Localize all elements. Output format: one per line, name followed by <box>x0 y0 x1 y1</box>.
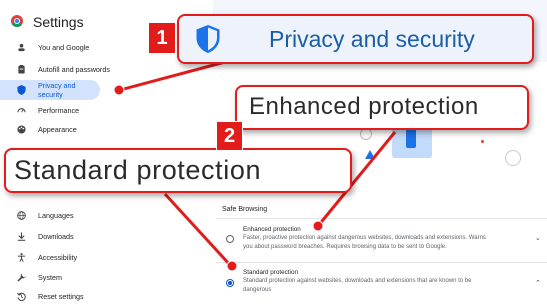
chevron-up-icon[interactable]: ⌃ <box>535 279 541 287</box>
illustration-triangle <box>365 150 375 159</box>
sidebar-item-accessibility[interactable]: Accessibility <box>0 247 213 267</box>
sidebar-item-label: Reset settings <box>38 291 84 301</box>
enhanced-protection-desc-line2: you about password breaches. Requires br… <box>243 244 447 250</box>
globe-icon <box>16 210 26 220</box>
sidebar-item-privacy-and-security[interactable]: Privacy and security <box>0 80 100 100</box>
standard-protection-title: Standard protection <box>243 269 298 276</box>
illustration-circle <box>505 150 521 166</box>
sidebar-item-performance[interactable]: Performance <box>0 100 213 120</box>
person-icon <box>16 42 26 52</box>
palette-icon <box>16 124 26 134</box>
clipboard-icon <box>16 64 26 74</box>
chrome-logo-icon <box>11 15 23 27</box>
accessibility-icon <box>16 252 26 262</box>
callout-standard-text: Standard protection <box>14 155 262 185</box>
divider <box>216 218 547 219</box>
sidebar-item-downloads[interactable]: Downloads <box>0 226 213 246</box>
callout-privacy-text: Privacy and security <box>269 26 475 52</box>
reset-icon <box>16 291 26 301</box>
enhanced-protection-title: Enhanced protection <box>243 226 301 233</box>
callout-standard-protection: Standard protection <box>4 148 352 193</box>
step-badge-1: 1 <box>148 22 176 54</box>
sidebar-item-label: Privacy and security <box>38 81 76 99</box>
sidebar-item-system[interactable]: System <box>0 267 213 287</box>
sidebar-item-label: System <box>38 272 62 282</box>
standard-protection-radio[interactable] <box>226 279 234 287</box>
app-title: Settings <box>33 14 84 30</box>
callout-enhanced-text: Enhanced protection <box>249 93 479 120</box>
sidebar-item-label: Accessibility <box>38 252 78 262</box>
divider <box>216 262 547 263</box>
enhanced-protection-radio[interactable] <box>226 235 234 243</box>
sidebar-item-label: Downloads <box>38 231 74 241</box>
sidebar-item-label: You and Google <box>38 42 90 52</box>
callout-privacy-and-security: Privacy and security <box>177 14 534 64</box>
illustration-dot <box>481 140 484 143</box>
sidebar-item-label: Autofill and passwords <box>38 64 110 74</box>
sidebar-item-label: Appearance <box>38 124 77 134</box>
sidebar-item-reset-settings[interactable]: Reset settings <box>0 286 213 304</box>
sidebar-item-label: Performance <box>38 105 80 115</box>
speedometer-icon <box>16 105 26 115</box>
enhanced-protection-desc-line1: Faster, proactive protection against dan… <box>243 235 486 241</box>
standard-protection-desc-line1: Standard protection against websites, do… <box>243 278 472 284</box>
wrench-icon <box>16 272 26 282</box>
shield-icon <box>196 25 220 53</box>
safe-browsing-heading: Safe Browsing <box>222 206 268 213</box>
standard-protection-desc-line2: dangerous <box>243 287 272 293</box>
chevron-down-icon[interactable]: ⌄ <box>535 234 541 242</box>
sidebar-item-languages[interactable]: Languages <box>0 205 213 225</box>
sidebar-item-appearance[interactable]: Appearance <box>0 119 213 139</box>
shield-icon <box>16 85 26 95</box>
step-badge-2: 2 <box>216 121 243 151</box>
sidebar-item-label: Languages <box>38 210 74 220</box>
callout-enhanced-protection: Enhanced protection <box>235 85 529 130</box>
download-icon <box>16 231 26 241</box>
